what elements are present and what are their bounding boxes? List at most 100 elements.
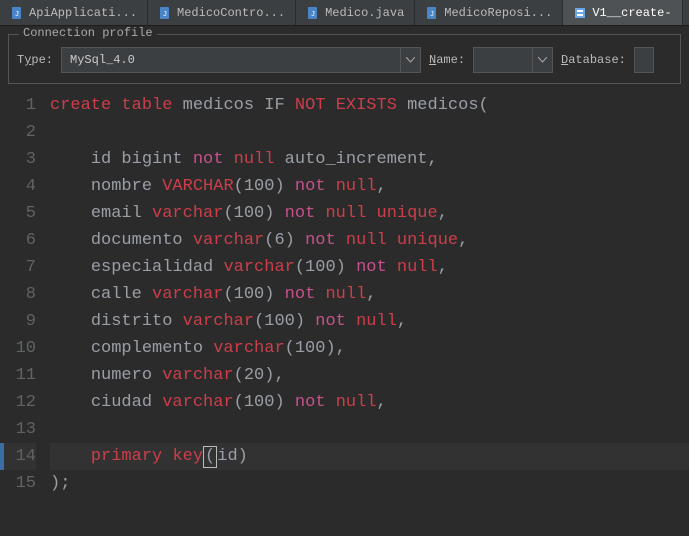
token bbox=[366, 204, 376, 223]
token bbox=[50, 177, 91, 196]
code-line[interactable]: calle varchar(100) not null, bbox=[50, 281, 689, 308]
code-line[interactable]: complemento varchar(100), bbox=[50, 335, 689, 362]
token bbox=[213, 258, 223, 277]
token: not bbox=[356, 258, 387, 277]
token: , bbox=[377, 177, 387, 196]
code-area[interactable]: create table medicos IF NOT EXISTS medic… bbox=[50, 92, 689, 497]
code-editor[interactable]: 123456789101112131415 create table medic… bbox=[0, 92, 689, 497]
token: varchar bbox=[223, 258, 294, 277]
token: (100) bbox=[254, 312, 305, 331]
line-number: 15 bbox=[0, 470, 36, 497]
token: key bbox=[172, 447, 203, 466]
line-number: 13 bbox=[0, 416, 36, 443]
token: , bbox=[377, 393, 387, 412]
code-line[interactable]: email varchar(100) not null unique, bbox=[50, 200, 689, 227]
java-file-icon: J bbox=[425, 6, 439, 20]
token bbox=[285, 393, 295, 412]
chevron-down-icon[interactable] bbox=[400, 48, 420, 72]
token bbox=[315, 285, 325, 304]
tab-2[interactable]: JMedico.java bbox=[296, 0, 415, 25]
token bbox=[203, 339, 213, 358]
token bbox=[295, 231, 305, 250]
token: , bbox=[366, 285, 376, 304]
token: email bbox=[91, 204, 142, 223]
token: not bbox=[285, 204, 316, 223]
type-select-value: MySql_4.0 bbox=[62, 48, 400, 72]
token: NOT bbox=[295, 96, 326, 115]
token: varchar bbox=[213, 339, 284, 358]
token: not bbox=[285, 285, 316, 304]
code-line[interactable] bbox=[50, 416, 689, 443]
token bbox=[254, 96, 264, 115]
tab-3[interactable]: J MedicoReposi... bbox=[415, 0, 563, 25]
token bbox=[152, 177, 162, 196]
name-select[interactable] bbox=[473, 47, 553, 73]
code-line[interactable]: primary key(id) bbox=[50, 443, 689, 470]
token: medicos bbox=[183, 96, 254, 115]
token: null bbox=[356, 312, 397, 331]
token bbox=[152, 393, 162, 412]
token: id) bbox=[217, 447, 248, 466]
token: (100) bbox=[295, 258, 346, 277]
token: , bbox=[438, 258, 448, 277]
tab-4[interactable]: V1__create- bbox=[563, 0, 682, 25]
tab-label: MedicoReposi... bbox=[444, 6, 552, 20]
code-line[interactable]: especialidad varchar(100) not null, bbox=[50, 254, 689, 281]
code-line[interactable]: ciudad varchar(100) not null, bbox=[50, 389, 689, 416]
token: (100) bbox=[223, 285, 274, 304]
token bbox=[50, 204, 91, 223]
token: bigint bbox=[121, 150, 182, 169]
line-number: 7 bbox=[0, 254, 36, 281]
code-line[interactable]: numero varchar(20), bbox=[50, 362, 689, 389]
token bbox=[274, 285, 284, 304]
token bbox=[50, 393, 91, 412]
line-number: 1 bbox=[0, 92, 36, 119]
connection-fieldset: Connection profile Type: MySql_4.0 Name:… bbox=[8, 34, 681, 84]
java-file-icon: J bbox=[306, 6, 320, 20]
java-file-icon: J bbox=[158, 6, 172, 20]
token: VARCHAR bbox=[162, 177, 233, 196]
token bbox=[285, 177, 295, 196]
token: null bbox=[234, 150, 275, 169]
token bbox=[111, 96, 121, 115]
token: numero bbox=[91, 366, 152, 385]
code-line[interactable]: create table medicos IF NOT EXISTS medic… bbox=[50, 92, 689, 119]
sql-file-icon bbox=[573, 6, 587, 20]
token bbox=[346, 312, 356, 331]
svg-text:J: J bbox=[163, 11, 167, 18]
token: IF bbox=[264, 96, 284, 115]
tab-1[interactable]: JMedicoContro... bbox=[148, 0, 296, 25]
code-line[interactable]: distrito varchar(100) not null, bbox=[50, 308, 689, 335]
database-select[interactable] bbox=[634, 47, 654, 73]
code-line[interactable]: documento varchar(6) not null unique, bbox=[50, 227, 689, 254]
type-select[interactable]: MySql_4.0 bbox=[61, 47, 421, 73]
java-file-icon: J bbox=[10, 6, 24, 20]
code-line[interactable]: id bigint not null auto_increment, bbox=[50, 146, 689, 173]
token bbox=[315, 204, 325, 223]
token: null bbox=[325, 204, 366, 223]
tab-0[interactable]: JApiApplicati... bbox=[0, 0, 148, 25]
token bbox=[274, 204, 284, 223]
token: nombre bbox=[91, 177, 152, 196]
line-number: 6 bbox=[0, 227, 36, 254]
code-line[interactable]: nombre VARCHAR(100) not null, bbox=[50, 173, 689, 200]
gutter: 123456789101112131415 bbox=[0, 92, 50, 497]
token: EXISTS bbox=[336, 96, 397, 115]
database-select-value bbox=[635, 48, 653, 72]
editor-tabs: JApiApplicati...JMedicoContro...JMedico.… bbox=[0, 0, 689, 26]
code-line[interactable] bbox=[50, 119, 689, 146]
token: complemento bbox=[91, 339, 203, 358]
token bbox=[183, 231, 193, 250]
token: unique bbox=[397, 231, 458, 250]
chevron-down-icon[interactable] bbox=[532, 48, 552, 72]
code-line[interactable]: ); bbox=[50, 470, 689, 497]
token: not bbox=[295, 177, 326, 196]
token: (100) bbox=[223, 204, 274, 223]
token bbox=[336, 231, 346, 250]
line-number: 12 bbox=[0, 389, 36, 416]
token: not bbox=[315, 312, 346, 331]
token: null bbox=[325, 285, 366, 304]
token bbox=[325, 393, 335, 412]
token: (20) bbox=[234, 366, 275, 385]
type-label: Type: bbox=[15, 53, 55, 67]
